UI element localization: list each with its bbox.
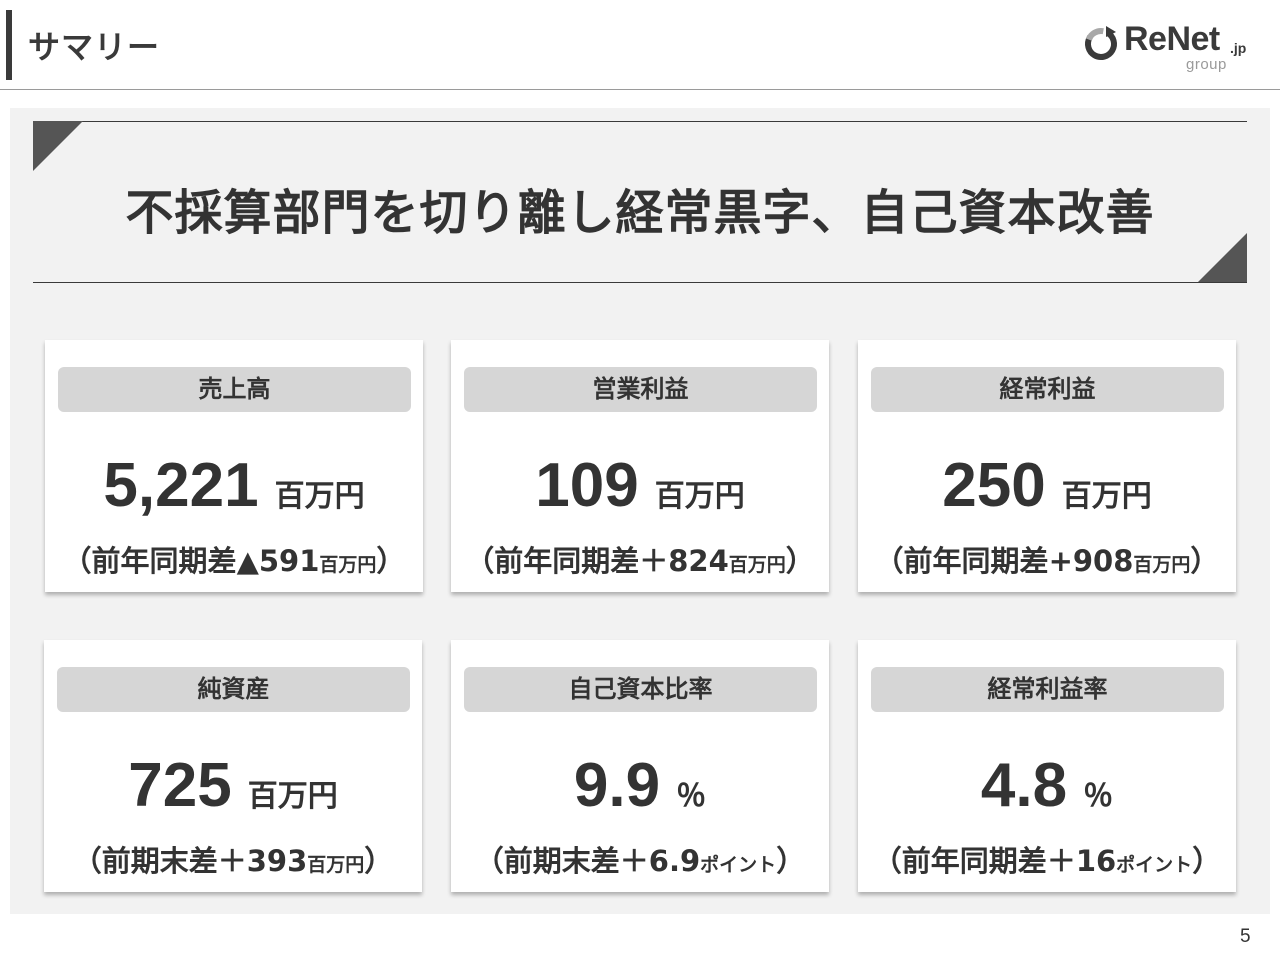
renet-logo: ReNet .jp group — [1082, 20, 1272, 78]
note-open: （前期末差 — [72, 844, 218, 878]
note-close: ） — [785, 544, 815, 578]
headline-banner: 不採算部門を切り離し経常黒字、自己資本改善 — [33, 121, 1247, 283]
kpi-card-sales: 売上高 5,221 百万円 （前年同期差▲591百万円） — [45, 340, 423, 592]
note-delta: ▲591 — [236, 544, 320, 578]
note-unit: 百万円 — [728, 554, 786, 576]
note-delta: ＋393 — [217, 844, 308, 878]
kpi-number: 250 — [942, 451, 1046, 520]
kpi-value: 5,221 百万円 — [45, 450, 423, 521]
kpi-value: 109 百万円 — [451, 450, 829, 521]
note-open: （前期末差 — [474, 844, 620, 878]
note-delta: ＋16 — [1046, 844, 1117, 878]
kpi-unit: 百万円 — [247, 779, 338, 814]
kpi-change-note: （前年同期差＋824百万円） — [451, 538, 829, 580]
logo-wordmark: ReNet — [1124, 20, 1220, 58]
note-unit: 百万円 — [319, 554, 377, 576]
kpi-number: 4.8 — [980, 751, 1068, 820]
kpi-unit: 百万円 — [1061, 479, 1152, 514]
note-open: （前年同期差 — [465, 544, 640, 578]
note-delta: ＋824 — [639, 544, 729, 578]
note-close: ） — [776, 844, 806, 878]
kpi-value: 4.8 ％ — [858, 750, 1236, 821]
kpi-unit: 百万円 — [654, 479, 745, 514]
note-delta: +908 — [1048, 544, 1134, 578]
kpi-label: 純資産 — [57, 667, 410, 712]
kpi-number: 725 — [128, 751, 232, 820]
kpi-change-note: （前期末差＋6.9ポイント） — [451, 838, 829, 880]
kpi-change-note: （前年同期差+908百万円） — [858, 538, 1236, 580]
slide-header: サマリー ReNet .jp group — [0, 0, 1280, 90]
note-close: ） — [1192, 844, 1222, 878]
kpi-unit: 百万円 — [274, 479, 365, 514]
renet-logo-icon — [1085, 26, 1117, 60]
kpi-card-equity-ratio: 自己資本比率 9.9 ％ （前期末差＋6.9ポイント） — [451, 640, 829, 892]
headline-text: 不採算部門を切り離し経常黒字、自己資本改善 — [125, 185, 1155, 241]
kpi-card-operating-profit: 営業利益 109 百万円 （前年同期差＋824百万円） — [451, 340, 829, 592]
kpi-card-net-assets: 純資産 725 百万円 （前期末差＋393百万円） — [44, 640, 422, 892]
kpi-unit: ％ — [676, 779, 707, 814]
page-number: 5 — [1240, 926, 1251, 947]
logo-group-label: group — [1186, 56, 1227, 73]
kpi-number: 9.9 — [573, 751, 661, 820]
header-accent-bar — [6, 10, 12, 80]
kpi-value: 725 百万円 — [44, 750, 422, 821]
kpi-label: 売上高 — [58, 367, 411, 412]
banner-corner-top-left — [33, 121, 83, 171]
kpi-number: 109 — [535, 451, 639, 520]
kpi-card-ordinary-profit: 経常利益 250 百万円 （前年同期差+908百万円） — [858, 340, 1236, 592]
kpi-number: 5,221 — [103, 451, 259, 520]
banner-top-rule — [33, 121, 1247, 122]
kpi-label: 営業利益 — [464, 367, 817, 412]
kpi-unit: ％ — [1083, 779, 1114, 814]
note-unit: ポイント — [1116, 854, 1193, 876]
note-open: （前年同期差 — [62, 544, 237, 578]
kpi-label: 経常利益 — [871, 367, 1224, 412]
kpi-card-ordinary-margin: 経常利益率 4.8 ％ （前年同期差＋16ポイント） — [858, 640, 1236, 892]
banner-bottom-rule — [33, 282, 1247, 283]
note-delta: ＋6.9 — [619, 844, 701, 878]
slide-title: サマリー — [28, 28, 161, 66]
kpi-label: 経常利益率 — [871, 667, 1224, 712]
note-open: （前年同期差 — [872, 844, 1047, 878]
banner-corner-bottom-right — [1197, 233, 1247, 283]
note-close: ） — [1190, 544, 1220, 578]
note-open: （前年同期差 — [874, 544, 1049, 578]
note-unit: 百万円 — [307, 854, 365, 876]
kpi-value: 250 百万円 — [858, 450, 1236, 521]
note-unit: 百万円 — [1133, 554, 1191, 576]
kpi-label: 自己資本比率 — [464, 667, 817, 712]
note-close: ） — [364, 844, 394, 878]
kpi-change-note: （前年同期差▲591百万円） — [45, 538, 423, 580]
note-close: ） — [376, 544, 406, 578]
kpi-value: 9.9 ％ — [451, 750, 829, 821]
kpi-change-note: （前期末差＋393百万円） — [44, 838, 422, 880]
logo-suffix: .jp — [1230, 40, 1247, 56]
note-unit: ポイント — [700, 854, 777, 876]
kpi-change-note: （前年同期差＋16ポイント） — [858, 838, 1236, 880]
